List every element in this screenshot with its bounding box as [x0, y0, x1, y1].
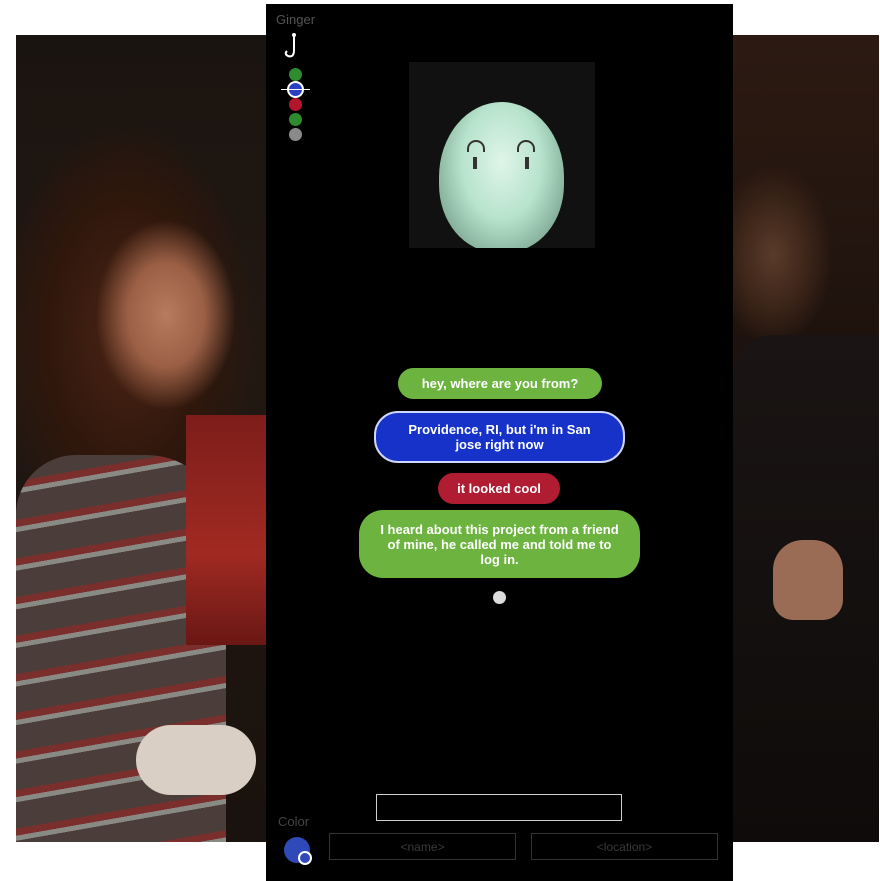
typing-indicator	[493, 591, 506, 604]
message-input[interactable]	[376, 794, 622, 821]
color-picker-button[interactable]	[284, 837, 312, 865]
background-photo-left	[16, 35, 266, 842]
participant-dot[interactable]	[281, 83, 310, 96]
chat-bubble: it looked cool	[438, 473, 560, 504]
participant-dot[interactable]	[289, 128, 302, 141]
background-photo-right	[733, 35, 879, 842]
left-brow	[467, 140, 485, 152]
chat-bubble: Providence, RI, but i'm in San jose righ…	[374, 411, 625, 463]
username-label: Ginger	[276, 12, 316, 27]
participant-dot[interactable]	[289, 113, 302, 126]
photo-hand	[136, 725, 256, 795]
color-label: Color	[278, 814, 310, 829]
right-eye	[525, 157, 529, 169]
chat-bubble: I heard about this project from a friend…	[359, 510, 640, 578]
participant-dot[interactable]	[289, 68, 302, 81]
participant-dot[interactable]	[289, 98, 302, 111]
face-avatar	[439, 102, 564, 248]
participant-color-list	[281, 68, 310, 143]
photo-scarf	[186, 415, 266, 645]
location-field[interactable]	[531, 833, 718, 860]
photo-hand-right	[773, 540, 843, 620]
chat-bubble: hey, where are you from?	[398, 368, 602, 399]
hook-icon	[284, 33, 296, 58]
chat-panel: Ginger hey, where are you from? Providen…	[266, 4, 733, 881]
video-feed	[409, 62, 595, 248]
left-eye	[473, 157, 477, 169]
name-field[interactable]	[329, 833, 516, 860]
right-brow	[517, 140, 535, 152]
